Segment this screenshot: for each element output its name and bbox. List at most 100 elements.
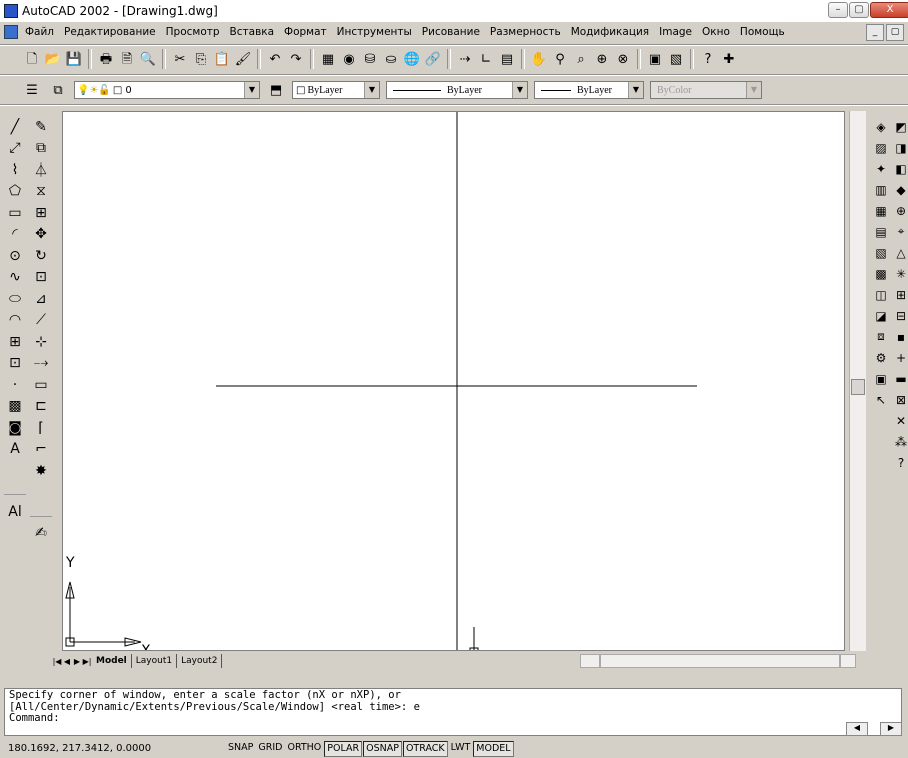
explode-icon[interactable]: ✸ bbox=[30, 460, 52, 482]
tab-layout1[interactable]: Layout1 bbox=[132, 654, 178, 668]
copy-object-icon[interactable]: ⧉ bbox=[30, 138, 52, 160]
copy-icon[interactable]: ⎘ bbox=[191, 49, 211, 69]
offset-icon[interactable]: ⧖ bbox=[30, 181, 52, 203]
multiline-text-icon[interactable]: A bbox=[4, 439, 26, 461]
zoom-extents-icon[interactable]: ⊗ bbox=[613, 49, 633, 69]
db-connect-icon[interactable]: ⛁ bbox=[360, 49, 380, 69]
menu-item[interactable]: Вставка bbox=[225, 26, 280, 38]
ucs-x-icon[interactable]: ✳ bbox=[892, 263, 908, 284]
extra-icon[interactable]: ✚ bbox=[719, 49, 739, 69]
status-toggle-model[interactable]: MODEL bbox=[473, 740, 514, 757]
tab-nav-button[interactable]: ◀ bbox=[62, 657, 72, 666]
tab-layout2[interactable]: Layout2 bbox=[177, 654, 223, 668]
fog-icon[interactable]: ▩ bbox=[872, 263, 890, 284]
ucs-preset-icon[interactable]: ▬ bbox=[892, 368, 908, 389]
print-icon[interactable]: 🖶 bbox=[96, 49, 116, 69]
materials-library-icon[interactable]: ▦ bbox=[872, 200, 890, 221]
ucs-origin-icon[interactable]: ⊕ bbox=[892, 200, 908, 221]
polygon-icon[interactable]: ⬠ bbox=[4, 181, 26, 203]
polyline-icon[interactable]: ⌇ bbox=[4, 159, 26, 181]
maximize-button[interactable]: ▢ bbox=[849, 2, 869, 18]
menu-item[interactable]: Image bbox=[654, 26, 697, 38]
break-at-point-icon[interactable]: ⊏ bbox=[30, 396, 52, 418]
cmd-scroll-left-icon[interactable]: ◀ bbox=[846, 722, 868, 736]
find-icon[interactable]: 🔍 bbox=[138, 49, 158, 69]
landscape-library-icon[interactable]: ⧈ bbox=[872, 326, 890, 347]
new-icon[interactable]: 🗋 bbox=[22, 49, 42, 69]
scrollbar-thumb[interactable] bbox=[851, 379, 865, 395]
hscroll-left-arrow[interactable] bbox=[580, 654, 600, 668]
horizontal-scrollbar[interactable] bbox=[600, 654, 840, 668]
scale-icon[interactable]: ⊡ bbox=[30, 267, 52, 289]
command-prompt[interactable]: Command: bbox=[9, 712, 897, 725]
background-icon[interactable]: ▧ bbox=[872, 242, 890, 263]
status-toggle-otrack[interactable]: OTRACK bbox=[402, 740, 448, 757]
menu-item[interactable]: Помощь bbox=[735, 26, 790, 38]
status-toggle-osnap[interactable]: OSNAP bbox=[363, 740, 402, 757]
layer-dropdown[interactable]: 💡 ☀ 🔓 □ 0 ▼ bbox=[74, 81, 260, 99]
cut-icon[interactable]: ✂ bbox=[170, 49, 190, 69]
region-icon[interactable]: ◙ bbox=[4, 417, 26, 439]
tab-model[interactable]: Model bbox=[92, 654, 132, 668]
ucs-icon[interactable]: ∟ bbox=[476, 49, 496, 69]
materials-icon[interactable]: ▥ bbox=[872, 179, 890, 200]
open-icon[interactable]: 📂 bbox=[43, 49, 63, 69]
ucs-zaxis-icon[interactable]: ⌖ bbox=[892, 221, 908, 242]
circle-icon[interactable]: ⊙ bbox=[4, 245, 26, 267]
point-icon[interactable]: · bbox=[4, 374, 26, 396]
status-toggle-grid[interactable]: GRID bbox=[256, 741, 284, 755]
landscape-new-icon[interactable]: ◫ bbox=[872, 284, 890, 305]
menu-item[interactable]: Рисование bbox=[417, 26, 485, 38]
ucs-apply-icon[interactable]: ▪ bbox=[892, 326, 908, 347]
menu-item[interactable]: Окно bbox=[697, 26, 735, 38]
insert-block-icon[interactable]: ⊞ bbox=[4, 331, 26, 353]
lengthen-icon[interactable]: ⟋ bbox=[30, 310, 52, 332]
autocad-app-icon[interactable] bbox=[4, 4, 18, 18]
ellipse-arc-icon[interactable]: ◠ bbox=[4, 310, 26, 332]
stretch-icon[interactable]: ⊿ bbox=[30, 288, 52, 310]
design-center-icon[interactable]: ▦ bbox=[318, 49, 338, 69]
hyperlink-icon[interactable]: 🔗 bbox=[423, 49, 443, 69]
light-icon[interactable]: ✦ bbox=[872, 158, 890, 179]
make-object-layer-current-icon[interactable]: ⬒ bbox=[266, 80, 286, 100]
menu-item[interactable]: Файл bbox=[20, 26, 59, 38]
mapping-icon[interactable]: ▤ bbox=[872, 221, 890, 242]
menu-item[interactable]: Формат bbox=[279, 26, 332, 38]
match-properties-icon[interactable]: 🖌 bbox=[233, 49, 253, 69]
ucs-extra1-icon[interactable]: ✕ bbox=[892, 410, 908, 431]
line-tool-icon[interactable]: ╱ bbox=[4, 116, 26, 138]
named-views-icon[interactable]: ▤ bbox=[497, 49, 517, 69]
tab-nav-button[interactable]: |◀ bbox=[52, 657, 62, 666]
doc-restore-button[interactable]: ▢ bbox=[886, 24, 904, 41]
pan-icon[interactable]: ✋ bbox=[529, 49, 549, 69]
cmd-scroll-right-icon[interactable]: ▶ bbox=[880, 722, 902, 736]
zoom-window-icon[interactable]: ⌕ bbox=[571, 49, 591, 69]
menu-item[interactable]: Модификация bbox=[566, 26, 654, 38]
ucs-named-icon[interactable]: + bbox=[892, 347, 908, 368]
statistics-icon[interactable]: ▣ bbox=[872, 368, 890, 389]
hatch-icon[interactable]: ▩ bbox=[4, 396, 26, 418]
status-toggle-ortho[interactable]: ORTHO bbox=[285, 741, 323, 755]
fillet-icon[interactable]: ⌐ bbox=[30, 439, 52, 461]
zoom-realtime-icon[interactable]: ⚲ bbox=[550, 49, 570, 69]
make-block-icon[interactable]: ⊡ bbox=[4, 353, 26, 375]
layer-previous-icon[interactable]: ⧉ bbox=[48, 80, 68, 100]
chamfer-icon[interactable]: ⌈ bbox=[30, 417, 52, 439]
coordinates-display[interactable]: 180.1692, 217.3412, 0.0000 bbox=[8, 743, 226, 754]
move-icon[interactable]: ✥ bbox=[30, 224, 52, 246]
document-icon[interactable] bbox=[4, 25, 18, 39]
status-toggle-lwt[interactable]: LWT bbox=[449, 741, 473, 755]
redo-icon[interactable]: ↷ bbox=[286, 49, 306, 69]
edit-text-icon[interactable]: ✍ bbox=[30, 523, 52, 545]
drawing-area[interactable]: Y X bbox=[63, 112, 845, 651]
trim-icon[interactable]: ⊹ bbox=[30, 331, 52, 353]
ucs-z-icon[interactable]: ⊟ bbox=[892, 305, 908, 326]
ellipse-icon[interactable]: ⬭ bbox=[4, 288, 26, 310]
menu-item[interactable]: Размерность bbox=[485, 26, 566, 38]
layer-manager-icon[interactable]: ☰ bbox=[22, 80, 42, 100]
ucs-previous-icon[interactable]: ⊠ bbox=[892, 389, 908, 410]
vertical-scrollbar[interactable] bbox=[849, 111, 866, 651]
ucs-object-icon[interactable]: ◨ bbox=[892, 137, 908, 158]
ucs-y-icon[interactable]: ⊞ bbox=[892, 284, 908, 305]
rectangle-icon[interactable]: ▭ bbox=[4, 202, 26, 224]
